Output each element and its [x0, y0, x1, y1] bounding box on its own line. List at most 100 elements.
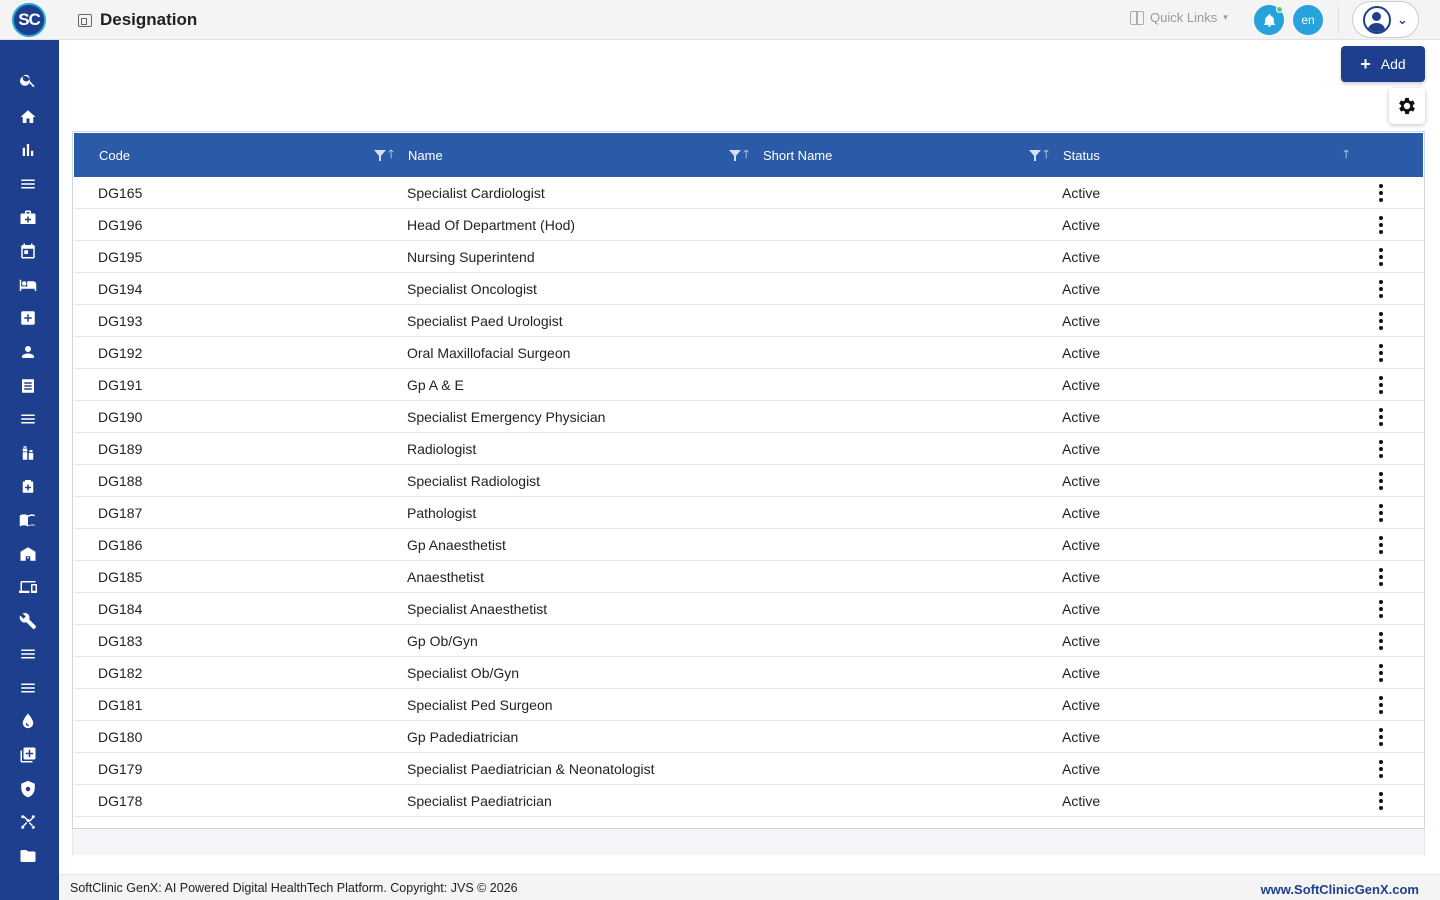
sort-arrow-icon[interactable]: 🡑: [388, 145, 394, 166]
table-row[interactable]: DG185 Anaesthetist Active: [74, 561, 1423, 593]
sidebar-item-building[interactable]: [17, 543, 39, 565]
cell-status: Active: [1062, 504, 1101, 521]
sort-arrow-icon[interactable]: 🡑: [1343, 145, 1349, 166]
sidebar-item-search[interactable]: [17, 69, 39, 91]
sidebar-item-devices[interactable]: [17, 576, 39, 598]
sidebar-item-calendar[interactable]: [17, 240, 39, 262]
row-actions-kebab-icon[interactable]: [1377, 728, 1385, 746]
header-divider: [1338, 6, 1339, 34]
table-row[interactable]: DG195 Nursing Superintend Active: [74, 241, 1423, 273]
menu-icon: [21, 649, 35, 659]
row-actions-kebab-icon[interactable]: [1377, 344, 1385, 362]
row-actions-kebab-icon[interactable]: [1377, 536, 1385, 554]
table-row[interactable]: DG194 Specialist Oncologist Active: [74, 273, 1423, 305]
add-button[interactable]: + Add: [1341, 46, 1425, 82]
row-actions-kebab-icon[interactable]: [1377, 792, 1385, 810]
sidebar-item-bar-chart[interactable]: [17, 139, 39, 161]
sidebar-item-list-document[interactable]: [17, 375, 39, 397]
table-row[interactable]: DG188 Specialist Radiologist Active: [74, 465, 1423, 497]
row-actions-kebab-icon[interactable]: [1377, 408, 1385, 426]
sidebar-item-menu[interactable]: [17, 408, 39, 430]
sidebar-item-medication[interactable]: [17, 442, 39, 464]
sidebar-item-blood-drop[interactable]: [17, 710, 39, 732]
table-settings-button[interactable]: [1389, 88, 1425, 124]
column-header-name[interactable]: Name: [408, 133, 443, 177]
devices-icon: [19, 581, 37, 593]
wrench-icon: [19, 612, 37, 630]
table-row[interactable]: DG181 Specialist Ped Surgeon Active: [74, 689, 1423, 721]
sidebar-item-menu[interactable]: [17, 173, 39, 195]
cell-name: Gp Padediatrician: [407, 728, 519, 745]
sidebar-item-hospital-plus[interactable]: [17, 307, 39, 329]
row-actions-kebab-icon[interactable]: [1377, 184, 1385, 202]
column-header-code[interactable]: Code: [99, 133, 130, 177]
footer-website-link[interactable]: www.SoftClinicGenX.com: [1261, 882, 1419, 897]
sidebar-item-pharmacy[interactable]: [17, 475, 39, 497]
cell-status: Active: [1062, 248, 1101, 265]
user-menu-button[interactable]: ⌄: [1352, 1, 1419, 38]
row-actions-kebab-icon[interactable]: [1377, 568, 1385, 586]
row-actions-kebab-icon[interactable]: [1377, 472, 1385, 490]
sidebar-item-add-box[interactable]: [17, 744, 39, 766]
table-row[interactable]: DG189 Radiologist Active: [74, 433, 1423, 465]
app-logo[interactable]: SC: [12, 3, 46, 37]
sidebar-item-menu[interactable]: [17, 677, 39, 699]
row-actions-kebab-icon[interactable]: [1377, 760, 1385, 778]
table-row[interactable]: DG184 Specialist Anaesthetist Active: [74, 593, 1423, 625]
table-row[interactable]: DG196 Head Of Department (Hod) Active: [74, 209, 1423, 241]
table-row[interactable]: DG182 Specialist Ob/Gyn Active: [74, 657, 1423, 689]
cell-status: Active: [1062, 216, 1101, 233]
gear-icon: [1399, 97, 1415, 115]
filter-icon[interactable]: [1029, 149, 1041, 161]
sidebar-item-network[interactable]: [17, 811, 39, 833]
sidebar-item-book[interactable]: [17, 509, 39, 531]
sort-arrow-icon[interactable]: 🡑: [743, 145, 749, 166]
table-row[interactable]: DG183 Gp Ob/Gyn Active: [74, 625, 1423, 657]
plus-icon: +: [1360, 53, 1371, 74]
row-actions-kebab-icon[interactable]: [1377, 440, 1385, 458]
column-header-short-name[interactable]: Short Name: [763, 133, 832, 177]
sidebar-item-home[interactable]: [17, 106, 39, 128]
sidebar-item-menu[interactable]: [17, 643, 39, 665]
table-row[interactable]: DG190 Specialist Emergency Physician Activ…: [74, 401, 1423, 433]
filter-icon[interactable]: [374, 149, 386, 161]
row-actions-kebab-icon[interactable]: [1377, 696, 1385, 714]
quick-links-menu[interactable]: Quick Links ▾: [1130, 10, 1228, 25]
cell-name: Nursing Superintend: [407, 248, 535, 265]
table-row[interactable]: DG165 Specialist Cardiologist Active: [74, 177, 1423, 209]
column-header-status[interactable]: Status: [1063, 133, 1100, 177]
sidebar-item-bed[interactable]: [17, 274, 39, 296]
sidebar-item-medical-bag[interactable]: [17, 207, 39, 229]
row-actions-kebab-icon[interactable]: [1377, 376, 1385, 394]
row-actions-kebab-icon[interactable]: [1377, 600, 1385, 618]
row-actions-kebab-icon[interactable]: [1377, 280, 1385, 298]
row-actions-kebab-icon[interactable]: [1377, 216, 1385, 234]
cell-status: Active: [1062, 792, 1101, 809]
sidebar-item-wrench[interactable]: [17, 610, 39, 632]
cell-status: Active: [1062, 536, 1101, 553]
row-actions-kebab-icon[interactable]: [1377, 312, 1385, 330]
sidebar-item-folder[interactable]: [17, 845, 39, 867]
row-actions-kebab-icon[interactable]: [1377, 664, 1385, 682]
sidebar-item-shield[interactable]: [17, 778, 39, 800]
table-row[interactable]: DG192 Oral Maxillofacial Surgeon Active: [74, 337, 1423, 369]
notifications-button[interactable]: [1254, 5, 1284, 35]
cell-code: DG189: [98, 440, 143, 457]
table-row[interactable]: DG180 Gp Padediatrician Active: [74, 721, 1423, 753]
table-row[interactable]: DG187 Pathologist Active: [74, 497, 1423, 529]
sidebar-item-person[interactable]: [17, 341, 39, 363]
column-tools-name: 🡑: [729, 133, 749, 177]
table-row[interactable]: DG193 Specialist Paed Urologist Active: [74, 305, 1423, 337]
cell-status: Active: [1062, 600, 1101, 617]
table-row[interactable]: DG178 Specialist Paediatrician Active: [74, 785, 1423, 817]
row-actions-kebab-icon[interactable]: [1377, 248, 1385, 266]
row-actions-kebab-icon[interactable]: [1377, 504, 1385, 522]
cell-name: Oral Maxillofacial Surgeon: [407, 344, 571, 361]
table-row[interactable]: DG186 Gp Anaesthetist Active: [74, 529, 1423, 561]
row-actions-kebab-icon[interactable]: [1377, 632, 1385, 650]
table-row[interactable]: DG191 Gp A & E Active: [74, 369, 1423, 401]
filter-icon[interactable]: [729, 149, 741, 161]
language-button[interactable]: en: [1293, 5, 1323, 35]
sort-arrow-icon[interactable]: 🡑: [1043, 145, 1049, 166]
table-row[interactable]: DG179 Specialist Paediatrician & Neonatol…: [74, 753, 1423, 785]
